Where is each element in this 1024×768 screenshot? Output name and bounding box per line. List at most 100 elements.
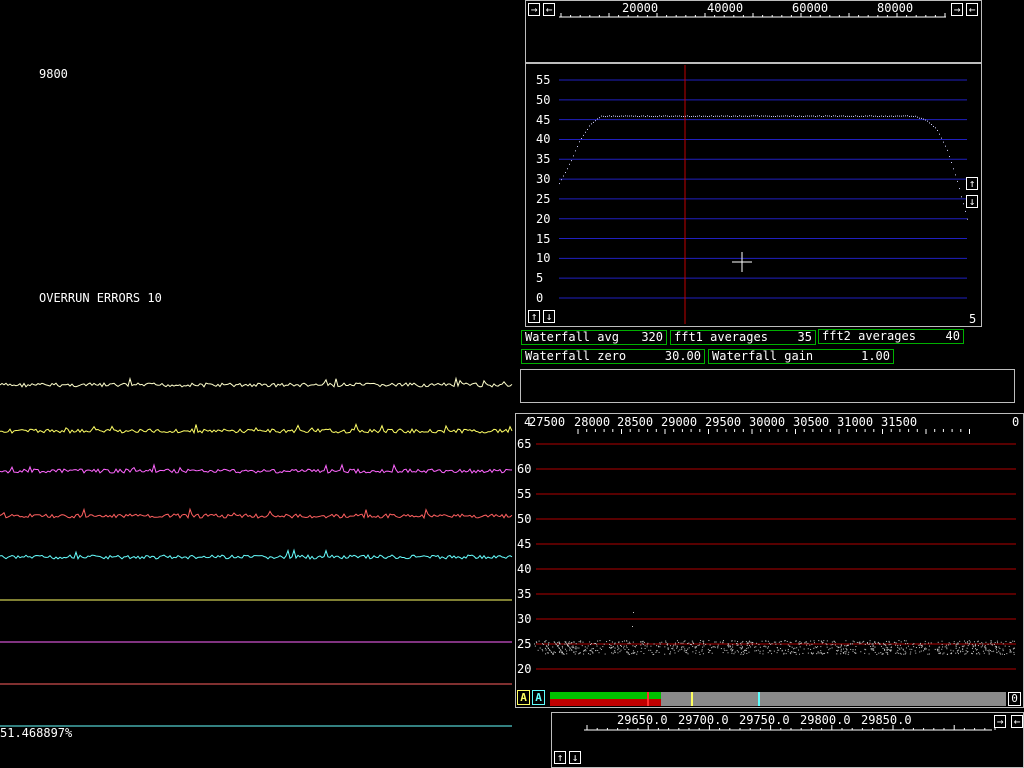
noise-point <box>886 641 887 642</box>
noise-point <box>641 648 642 649</box>
noise-point <box>956 644 957 645</box>
bottom-up-arrow-icon[interactable]: ↑ <box>554 751 566 764</box>
noise-point <box>793 648 794 649</box>
noise-point <box>807 643 808 644</box>
noise-point <box>611 652 612 653</box>
empty-text-box[interactable] <box>520 369 1015 403</box>
bottom-right-arrow-icon[interactable]: → <box>994 715 1006 728</box>
noise-point <box>818 652 819 653</box>
noise-point <box>799 654 800 655</box>
noise-point <box>542 643 543 644</box>
scale-up-arrow-icon[interactable]: ↑ <box>966 177 978 190</box>
noise-point <box>929 646 930 647</box>
bar-right-value[interactable]: 0 <box>1008 692 1021 706</box>
noise-point <box>745 650 746 651</box>
noise-point <box>985 649 986 650</box>
noise-point <box>774 651 775 652</box>
waterfall-avg-value: 320 <box>641 331 663 344</box>
noise-point <box>685 652 686 653</box>
noise-point <box>796 654 797 655</box>
noise-point <box>636 654 637 655</box>
spectrum-graph-panel[interactable]: 55 50 45 40 35 30 25 20 15 10 5 0 ↑ ↓ ↑ ↓ 5 <box>525 63 982 327</box>
spectrum-point <box>795 116 796 117</box>
noise-point <box>999 648 1000 649</box>
fft1-averages-field[interactable]: fft1 averages 35 <box>670 330 816 345</box>
noise-point <box>1002 654 1003 655</box>
noise-point <box>671 648 672 649</box>
noise-point <box>575 648 576 649</box>
baseband-spectrum-panel[interactable]: 4 0 27500 28000 28500 29000 29500 30000 30500 3… <box>515 413 1024 708</box>
noise-point <box>748 647 749 648</box>
noise-point <box>618 647 619 648</box>
up-arrow-icon[interactable]: ↑ <box>528 310 540 323</box>
noise-point <box>595 643 596 644</box>
bottom-down-arrow-icon[interactable]: ↓ <box>569 751 581 764</box>
noise-point <box>938 651 939 652</box>
noise-point <box>774 642 775 643</box>
noise-point <box>611 647 612 648</box>
spectrum-point <box>603 116 604 117</box>
bottom-left-arrow-icon[interactable]: ← <box>1011 715 1023 728</box>
noise-point <box>823 653 824 654</box>
noise-point <box>857 642 858 643</box>
noise-point <box>735 652 736 653</box>
noise-point <box>840 653 841 654</box>
noise-point <box>992 645 993 646</box>
noise-point <box>684 650 685 651</box>
scale-down-arrow-icon[interactable]: ↓ <box>966 195 978 208</box>
spectrum-point <box>677 116 678 117</box>
noise-point <box>746 653 747 654</box>
spectrum-point <box>885 116 886 117</box>
noise-point <box>1001 642 1002 643</box>
noise-point <box>708 652 709 653</box>
spectrum-point <box>565 172 566 173</box>
noise-point <box>575 648 576 649</box>
noise-point <box>758 650 759 651</box>
noise-point <box>968 645 969 646</box>
tag-a-yellow[interactable]: A <box>517 690 530 705</box>
noise-point <box>768 641 769 642</box>
waterfall-zero-field[interactable]: Waterfall zero 30.00 <box>521 349 705 364</box>
noise-point <box>901 647 902 648</box>
noise-point <box>682 646 683 647</box>
noise-point <box>665 641 666 642</box>
noise-point <box>855 646 856 647</box>
noise-point <box>926 648 927 649</box>
noise-point <box>775 642 776 643</box>
noise-point <box>728 645 729 646</box>
top-scale-label-20000: 20000 <box>622 1 658 15</box>
noise-point <box>613 653 614 654</box>
noise-point <box>548 648 549 649</box>
noise-point <box>627 647 628 648</box>
spectrum-point <box>569 164 570 165</box>
waterfall-gain-field[interactable]: Waterfall gain 1.00 <box>708 349 894 364</box>
noise-point <box>948 644 949 645</box>
noise-point <box>890 651 891 652</box>
fft2-averages-field[interactable]: fft2 averages 40 <box>818 329 964 344</box>
noise-point <box>956 646 957 647</box>
noise-point <box>899 648 900 649</box>
noise-point <box>887 654 888 655</box>
waterfall-avg-field[interactable]: Waterfall avg 320 <box>521 330 667 345</box>
y-tick-label-30: 30 <box>536 172 550 186</box>
noise-point <box>747 645 748 646</box>
noise-point <box>975 645 976 646</box>
spectrum-point <box>619 116 620 117</box>
spectrum-point <box>799 115 800 116</box>
down-arrow-icon[interactable]: ↓ <box>543 310 555 323</box>
noise-point <box>920 643 921 644</box>
waterfall-zero-value: 30.00 <box>665 350 701 363</box>
spectrum-point <box>793 115 794 116</box>
noise-point <box>816 653 817 654</box>
noise-point <box>905 643 906 644</box>
noise-point <box>814 642 815 643</box>
noise-point <box>897 652 898 653</box>
fft2-averages-label: fft2 averages <box>822 329 916 343</box>
noise-point <box>708 640 709 641</box>
tag-a-cyan[interactable]: A <box>532 690 545 705</box>
noise-point <box>710 650 711 651</box>
noise-point <box>738 645 739 646</box>
spectrum-point <box>693 116 694 117</box>
noise-point <box>659 652 660 653</box>
noise-point <box>576 643 577 644</box>
